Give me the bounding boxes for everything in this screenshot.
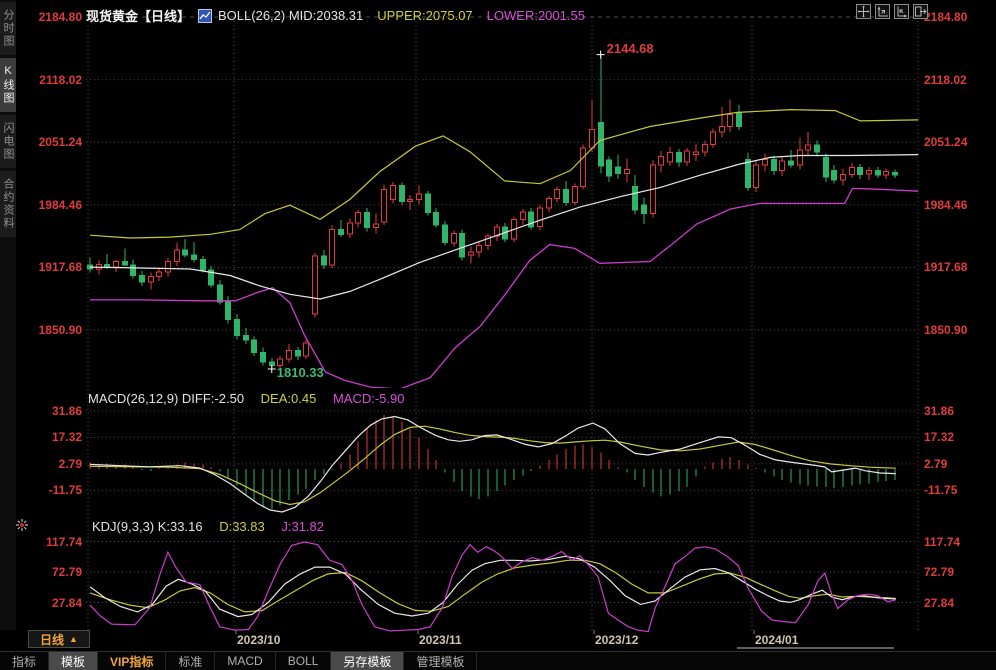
toolbar-tab-indicators[interactable]: 指标 — [0, 652, 49, 670]
symbol-title: 现货黄金【日线】 — [86, 6, 190, 25]
toolbar-tab-save-template[interactable]: 另存模板 — [331, 652, 404, 670]
axis-zoom-in-icon[interactable] — [875, 4, 890, 19]
macd-diff-value: MACD(26,12,9) DIFF:-2.50 — [88, 391, 244, 406]
kdj-k-value: KDJ(9,3,3) K:33.16 — [92, 519, 203, 534]
toolbar-tab-boll[interactable]: BOLL — [276, 652, 332, 670]
trading-app: 2184.802184.802118.022118.022051.242051.… — [0, 0, 996, 669]
kdj-d-value: D:33.83 — [219, 519, 265, 534]
sidebar-tab-lightning[interactable]: 闪电图 — [0, 115, 16, 168]
toolbar-tab-vip-indicators[interactable]: VIP指标 — [98, 652, 166, 670]
toolbar-tab-macd[interactable]: MACD — [215, 652, 275, 670]
pan-crosshair-icon[interactable] — [856, 4, 871, 19]
toolbar-tab-standard[interactable]: 标准 — [166, 652, 215, 670]
toolbar-tab-templates[interactable]: 模板 — [49, 652, 98, 670]
indicator-toolbar: 指标 模板 VIP指标 标准 MACD BOLL 另存模板 管理模板 — [0, 651, 996, 670]
boll-mid-value: BOLL(26,2) MID:2038.31 — [218, 8, 363, 23]
chart-type-sidebar: 分时图 K线图 闪电图 合约资料 — [0, 0, 16, 630]
toolbar-tab-manage-templates[interactable]: 管理模板 — [404, 652, 477, 670]
axis-zoom-out-icon[interactable] — [894, 4, 909, 19]
high-price-annotation: 2144.68 — [607, 41, 654, 56]
sidebar-tab-timeshare[interactable]: 分时图 — [0, 2, 16, 55]
boll-upper-value: UPPER:2075.07 — [377, 8, 472, 23]
chart-canvas[interactable] — [0, 0, 996, 669]
sidebar-tab-contract-info[interactable]: 合约资料 — [0, 171, 16, 237]
boll-lower-value: LOWER:2001.55 — [487, 8, 585, 23]
kdj-j-value: J:31.82 — [281, 519, 324, 534]
h-scrollbar[interactable] — [737, 647, 894, 649]
exit-chart-icon[interactable] — [913, 4, 928, 19]
chevron-up-icon: ▲ — [69, 634, 78, 644]
macd-value: MACD:-5.90 — [333, 391, 405, 406]
line-chart-icon[interactable] — [198, 9, 212, 23]
macd-header: MACD(26,12,9) DIFF:-2.50 DEA:0.45 MACD:-… — [88, 391, 417, 406]
indicator-marker-icon[interactable] — [14, 517, 30, 533]
macd-dea-value: DEA:0.45 — [261, 391, 317, 406]
period-selector[interactable]: 日线 ▲ — [28, 630, 90, 648]
sidebar-tab-kline[interactable]: K线图 — [0, 58, 16, 112]
kdj-header: KDJ(9,3,3) K:33.16 D:33.83 J:31.82 — [92, 519, 337, 534]
period-label: 日线 — [40, 631, 64, 648]
main-chart-header: 现货黄金【日线】 BOLL(26,2) MID:2038.31 UPPER:20… — [86, 6, 599, 25]
chart-tool-buttons — [856, 4, 928, 19]
low-price-annotation: 1810.33 — [277, 365, 324, 380]
